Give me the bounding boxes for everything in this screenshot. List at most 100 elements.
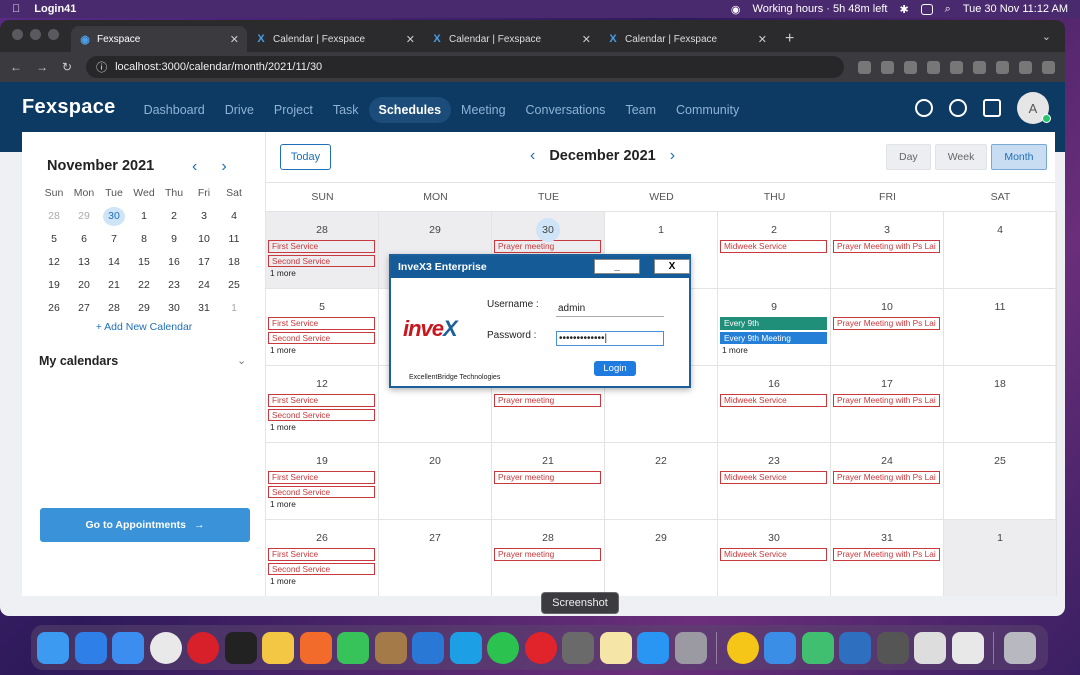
mini-day[interactable]: 18 [219, 253, 249, 272]
mini-day[interactable]: 15 [129, 253, 159, 272]
mini-day[interactable]: 27 [69, 299, 99, 318]
mini-day[interactable]: 16 [159, 253, 189, 272]
day-cell[interactable]: 11 [944, 288, 1057, 365]
day-cell[interactable]: 28 First Service Second Service 1 more [266, 211, 379, 288]
day-cell[interactable]: 17 Prayer Meeting with Ps Lai [831, 365, 944, 442]
day-cell[interactable]: 24 Prayer Meeting with Ps Lai [831, 442, 944, 519]
whatsapp-icon[interactable] [487, 631, 519, 664]
today-button[interactable]: Today [280, 144, 331, 170]
day-cell[interactable]: 30 Midweek Service [718, 519, 831, 596]
mini-day[interactable]: 26 [39, 299, 69, 318]
mini-day[interactable]: 14 [99, 253, 129, 272]
working-hours-status[interactable]: Working hours · 5h 48m left [753, 3, 888, 15]
tab-calendar-1[interactable]: X Calendar | Fexspace ✕ [247, 26, 423, 52]
mini-day[interactable]: 7 [99, 230, 129, 249]
safari-icon[interactable] [74, 631, 107, 664]
day-cell[interactable]: 12 First Service Second Service 1 more [266, 365, 379, 442]
calendar-event[interactable]: Prayer meeting [494, 471, 601, 484]
day-cell[interactable]: 5 First Service Second Service 1 more [266, 288, 379, 365]
calendar-event[interactable]: Second Service [268, 562, 375, 575]
tab-search-chevron-icon[interactable]: ⌄ [1042, 30, 1051, 43]
extension-icon[interactable] [996, 60, 1009, 74]
forward-icon[interactable]: → [36, 60, 48, 74]
more-events-link[interactable]: 1 more [266, 499, 378, 509]
day-cell[interactable]: 19 First Service Second Service 1 more [266, 442, 379, 519]
calendar-event[interactable]: Prayer meeting [494, 548, 601, 561]
calendar-event[interactable]: Second Service [268, 254, 375, 267]
day-cell[interactable]: 22 [605, 442, 718, 519]
fexspace-logo[interactable]: Fexspace [22, 96, 116, 119]
chevron-down-icon[interactable]: ⌄ [237, 354, 246, 367]
menu-icon[interactable] [1042, 60, 1055, 74]
more-events-link[interactable]: 1 more [266, 576, 378, 586]
calendar-event[interactable]: Prayer Meeting with Ps Lai [833, 548, 940, 561]
nav-drive[interactable]: Drive [215, 97, 264, 123]
close-tab-icon[interactable]: ✕ [406, 33, 415, 46]
mini-day[interactable]: 1 [129, 207, 159, 226]
day-cell[interactable]: 1 [944, 519, 1057, 596]
battery-icon[interactable] [920, 3, 933, 15]
close-tab-icon[interactable]: ✕ [582, 33, 591, 46]
calendar-event[interactable]: Prayer Meeting with Ps Lai [833, 240, 940, 253]
day-cell[interactable]: 20 [379, 442, 492, 519]
view-day-button[interactable]: Day [886, 144, 931, 170]
day-cell[interactable]: 3 Prayer Meeting with Ps Lai [831, 211, 944, 288]
day-cell[interactable]: 29 [605, 519, 718, 596]
day-cell[interactable]: 9 Every 9th Every 9th Meeting 1 more [718, 288, 831, 365]
site-info-icon[interactable]: ⓘ [96, 59, 107, 75]
app-store-icon[interactable] [637, 631, 669, 664]
close-tab-icon[interactable]: ✕ [758, 33, 767, 46]
notes-app-icon[interactable] [599, 631, 632, 664]
mini-day[interactable]: 23 [159, 276, 189, 295]
photos-icon[interactable] [262, 631, 294, 664]
avatar[interactable]: A [1017, 92, 1051, 124]
calendar-event[interactable]: First Service [268, 548, 375, 561]
extension-icon[interactable] [904, 60, 917, 74]
contacts-icon[interactable] [374, 631, 407, 664]
view-month-button[interactable]: Month [991, 144, 1047, 170]
day-cell[interactable]: 31 Prayer Meeting with Ps Lai [831, 519, 944, 596]
mini-day[interactable]: 28 [39, 207, 69, 226]
day-cell[interactable]: 21 Prayer meeting [492, 442, 605, 519]
day-cell[interactable]: 2 Midweek Service [718, 211, 831, 288]
address-bar[interactable]: ⓘ localhost:3000/calendar/month/2021/11/… [86, 56, 844, 78]
terminal-icon[interactable] [224, 631, 257, 664]
more-events-link[interactable]: 1 more [266, 422, 378, 432]
password-field[interactable]: •••••••••••••| [556, 331, 664, 346]
nav-meeting[interactable]: Meeting [451, 97, 515, 123]
calendar-event[interactable]: Midweek Service [720, 548, 827, 561]
youtube-icon[interactable] [524, 631, 557, 664]
share-icon[interactable] [858, 60, 871, 74]
mini-day[interactable]: 1 [219, 299, 249, 318]
day-cell[interactable]: 26 First Service Second Service 1 more [266, 519, 379, 596]
day-cell[interactable]: 27 [379, 519, 492, 596]
new-tab-button[interactable]: + [775, 30, 804, 52]
trash-icon[interactable] [1003, 631, 1036, 664]
mini-day[interactable]: 17 [189, 253, 219, 272]
prev-month-icon[interactable]: ‹ [192, 158, 197, 176]
bluetooth-icon[interactable]: ✱ [899, 3, 908, 16]
calendar-event[interactable]: Midweek Service [720, 394, 827, 407]
extension-icon[interactable] [973, 60, 986, 74]
app-icon[interactable] [726, 631, 759, 664]
calendar-event[interactable]: First Service [268, 394, 375, 407]
finder-icon[interactable] [37, 631, 69, 664]
java-icon[interactable] [951, 631, 984, 664]
dialog-minimize-button[interactable]: _ [594, 259, 640, 274]
calculator-icon[interactable] [876, 631, 909, 664]
tab-calendar-3[interactable]: X Calendar | Fexspace ✕ [599, 26, 775, 52]
extension-icon[interactable] [927, 60, 940, 74]
mini-day[interactable]: 6 [69, 230, 99, 249]
vscode-icon[interactable] [412, 631, 444, 664]
calendar-event[interactable]: Second Service [268, 408, 375, 421]
more-events-link[interactable]: 1 more [266, 345, 378, 355]
close-tab-icon[interactable]: ✕ [230, 33, 239, 46]
nav-schedules[interactable]: Schedules [368, 97, 452, 123]
nav-project[interactable]: Project [264, 97, 323, 123]
maximize-window-button[interactable] [48, 29, 59, 40]
day-cell[interactable]: 4 [944, 211, 1057, 288]
reload-icon[interactable]: ↻ [62, 60, 72, 74]
go-to-appointments-button[interactable]: Go to Appointments → [40, 508, 250, 542]
mini-day[interactable]: 8 [129, 230, 159, 249]
login-button[interactable]: Login [594, 361, 636, 376]
